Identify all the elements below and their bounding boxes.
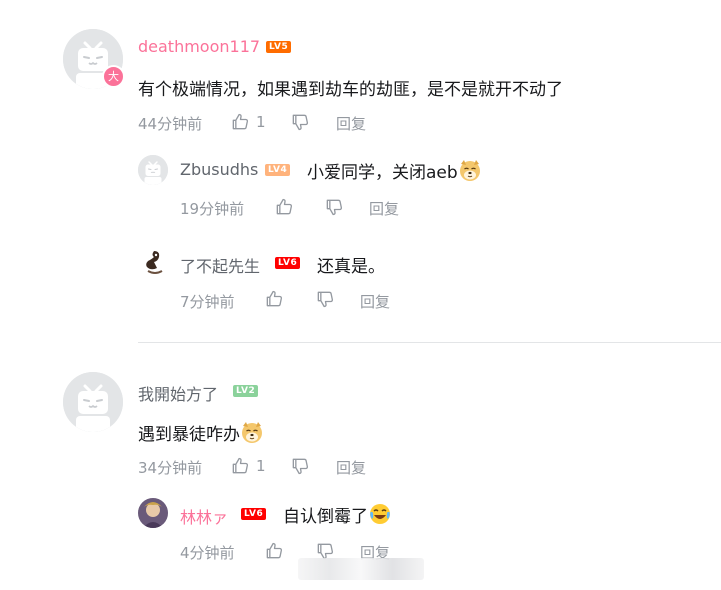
- level-badge: LV2: [233, 385, 259, 397]
- cry-laugh-emoji-icon: [368, 502, 392, 526]
- reply-username[interactable]: Zbusudhs: [180, 160, 258, 179]
- comment-time: 34分钟前: [138, 459, 203, 477]
- thumb-up-icon[interactable]: [230, 112, 250, 132]
- reply-text: 自认倒霉了: [283, 502, 392, 527]
- character-avatar-icon: [138, 498, 168, 528]
- reply-button[interactable]: 回复: [336, 457, 366, 478]
- reply-time: 7分钟前: [180, 293, 235, 311]
- doge-emoji-icon: [458, 158, 482, 182]
- like-count: 1: [256, 113, 266, 131]
- thumb-up-icon[interactable]: [274, 197, 294, 217]
- reply-username[interactable]: 林林ァ: [180, 504, 228, 528]
- avatar[interactable]: [138, 155, 168, 185]
- avatar[interactable]: [140, 247, 170, 277]
- reply-button[interactable]: 回复: [360, 291, 390, 312]
- doge-emoji-icon: [240, 420, 264, 444]
- reply-username[interactable]: 了不起先生: [180, 253, 260, 277]
- avatar-badge: 大: [102, 65, 125, 88]
- reply-time: 4分钟前: [180, 544, 235, 562]
- thumb-up-icon[interactable]: [264, 289, 284, 309]
- comment-text: 遇到暴徒咋办: [138, 420, 264, 445]
- thumb-down-icon[interactable]: [324, 197, 344, 217]
- thumb-up-icon[interactable]: [264, 541, 284, 561]
- bird-avatar-icon: [146, 251, 163, 274]
- avatar[interactable]: [138, 498, 168, 528]
- reply-text-content: 小爱同学，关闭aeb: [307, 163, 458, 183]
- comment-username[interactable]: 我開始方了: [138, 381, 218, 405]
- level-badge: LV4: [265, 164, 291, 176]
- thumb-down-icon[interactable]: [315, 289, 335, 309]
- like-count: 1: [256, 457, 266, 475]
- reply-time: 19分钟前: [180, 200, 245, 218]
- comment-time: 44分钟前: [138, 115, 203, 133]
- comment-username[interactable]: deathmoon117: [138, 37, 260, 56]
- comment-text-content: 遇到暴徒咋办: [138, 425, 240, 445]
- default-tv-avatar-icon: [63, 372, 123, 432]
- blurred-watermark: [298, 558, 424, 580]
- reply-text-content: 自认倒霉了: [283, 507, 368, 527]
- reply-button[interactable]: 回复: [336, 113, 366, 134]
- level-badge: LV6: [275, 257, 301, 269]
- avatar[interactable]: [63, 372, 123, 432]
- comment-text: 有个极端情况，如果遇到劫车的劫匪，是不是就开不动了: [138, 80, 563, 100]
- comment-divider: [138, 342, 721, 343]
- thumb-down-icon[interactable]: [290, 112, 310, 132]
- thumb-down-icon[interactable]: [290, 456, 310, 476]
- default-tv-avatar-icon: [138, 155, 168, 185]
- level-badge: LV6: [241, 508, 267, 520]
- reply-button[interactable]: 回复: [369, 198, 399, 219]
- reply-text: 还真是。: [317, 257, 385, 277]
- reply-text: 小爱同学，关闭aeb: [307, 158, 482, 183]
- level-badge: LV5: [266, 41, 292, 53]
- thumb-up-icon[interactable]: [230, 456, 250, 476]
